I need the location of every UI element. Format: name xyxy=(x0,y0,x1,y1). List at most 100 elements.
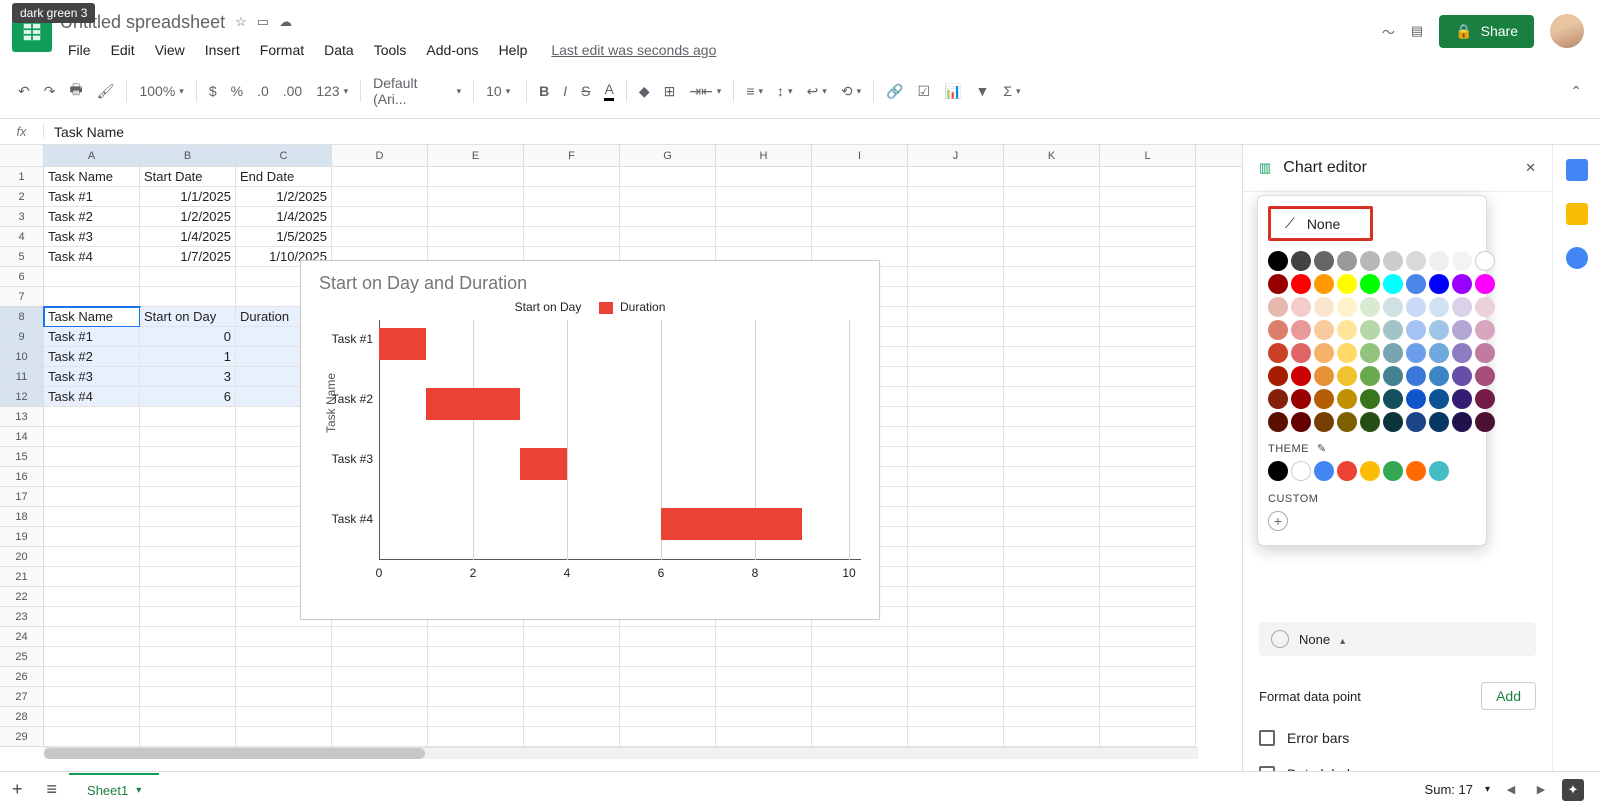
cell[interactable] xyxy=(1004,167,1100,187)
cell[interactable] xyxy=(908,167,1004,187)
cell[interactable] xyxy=(140,487,236,507)
cell[interactable] xyxy=(1004,687,1100,707)
cell[interactable] xyxy=(140,287,236,307)
cell[interactable] xyxy=(908,347,1004,367)
cell[interactable] xyxy=(1004,587,1100,607)
cell[interactable] xyxy=(908,467,1004,487)
color-swatch[interactable] xyxy=(1268,366,1288,386)
color-swatch[interactable] xyxy=(1452,366,1472,386)
cell[interactable]: 3 xyxy=(140,367,236,387)
cell[interactable] xyxy=(140,587,236,607)
cell[interactable] xyxy=(908,307,1004,327)
cell[interactable] xyxy=(1100,707,1196,727)
currency-button[interactable]: $ xyxy=(203,78,223,104)
italic-button[interactable]: I xyxy=(557,78,573,104)
cell[interactable] xyxy=(908,567,1004,587)
cell[interactable] xyxy=(332,167,428,187)
color-swatch[interactable] xyxy=(1337,274,1357,294)
color-swatch[interactable] xyxy=(1337,320,1357,340)
column-header[interactable]: G xyxy=(620,145,716,166)
color-swatch[interactable] xyxy=(1406,274,1426,294)
color-swatch[interactable] xyxy=(1268,320,1288,340)
cell[interactable] xyxy=(44,527,140,547)
cell[interactable] xyxy=(140,427,236,447)
add-custom-color-button[interactable]: + xyxy=(1268,511,1288,531)
cell[interactable] xyxy=(1004,367,1100,387)
rotate-button[interactable]: ⟲ xyxy=(835,78,867,105)
tasks-addon-icon[interactable] xyxy=(1566,247,1588,269)
color-swatch[interactable] xyxy=(1429,320,1449,340)
menu-tools[interactable]: Tools xyxy=(366,39,415,61)
cell[interactable] xyxy=(44,287,140,307)
cell[interactable] xyxy=(44,467,140,487)
select-all-corner[interactable] xyxy=(0,145,44,166)
cell[interactable] xyxy=(908,187,1004,207)
cell[interactable] xyxy=(908,727,1004,747)
row-header[interactable]: 8 xyxy=(0,307,44,327)
cell[interactable] xyxy=(1004,447,1100,467)
theme-swatch[interactable] xyxy=(1360,461,1380,481)
color-swatch[interactable] xyxy=(1291,366,1311,386)
cell[interactable] xyxy=(908,327,1004,347)
activity-icon[interactable]: 〜 xyxy=(1382,22,1395,41)
cell[interactable] xyxy=(716,667,812,687)
row-header[interactable]: 19 xyxy=(0,527,44,547)
color-swatch[interactable] xyxy=(1429,251,1449,271)
cell[interactable] xyxy=(620,187,716,207)
row-header[interactable]: 1 xyxy=(0,167,44,187)
scroll-right-button[interactable]: ▶ xyxy=(1532,783,1550,796)
cell[interactable] xyxy=(1004,467,1100,487)
cell[interactable] xyxy=(236,707,332,727)
cell[interactable]: 1/2/2025 xyxy=(140,207,236,227)
add-sheet-button[interactable]: + xyxy=(0,779,35,800)
color-swatch[interactable] xyxy=(1452,412,1472,432)
cell[interactable] xyxy=(140,607,236,627)
theme-swatch[interactable] xyxy=(1268,461,1288,481)
theme-swatch[interactable] xyxy=(1337,461,1357,481)
color-swatch[interactable] xyxy=(1452,274,1472,294)
cell[interactable] xyxy=(44,707,140,727)
cell[interactable] xyxy=(524,707,620,727)
cell[interactable] xyxy=(716,707,812,727)
cell[interactable] xyxy=(1004,647,1100,667)
cell[interactable] xyxy=(332,707,428,727)
cell[interactable] xyxy=(140,507,236,527)
color-swatch[interactable] xyxy=(1291,297,1311,317)
formula-input[interactable]: Task Name xyxy=(44,124,124,140)
cell[interactable]: 1/5/2025 xyxy=(236,227,332,247)
menu-format[interactable]: Format xyxy=(252,39,312,61)
color-swatch[interactable] xyxy=(1429,274,1449,294)
cell[interactable] xyxy=(1004,547,1100,567)
cell[interactable] xyxy=(140,667,236,687)
menu-edit[interactable]: Edit xyxy=(103,39,143,61)
cell[interactable] xyxy=(44,427,140,447)
color-swatch[interactable] xyxy=(1291,320,1311,340)
color-none-button[interactable]: ⟋ None xyxy=(1268,206,1373,241)
cell[interactable] xyxy=(812,627,908,647)
borders-button[interactable]: ⊞ xyxy=(658,78,682,105)
cell[interactable] xyxy=(140,267,236,287)
color-swatch[interactable] xyxy=(1337,343,1357,363)
theme-swatch[interactable] xyxy=(1291,461,1311,481)
checkbox-button[interactable]: ☑ xyxy=(912,78,937,105)
cell[interactable] xyxy=(812,667,908,687)
cell[interactable] xyxy=(1100,607,1196,627)
color-swatch[interactable] xyxy=(1360,389,1380,409)
menu-data[interactable]: Data xyxy=(316,39,362,61)
cell[interactable] xyxy=(524,667,620,687)
color-swatch[interactable] xyxy=(1314,320,1334,340)
cell[interactable]: 1/2/2025 xyxy=(236,187,332,207)
cell[interactable] xyxy=(620,647,716,667)
cell[interactable] xyxy=(908,207,1004,227)
cell[interactable] xyxy=(428,727,524,747)
column-header[interactable]: I xyxy=(812,145,908,166)
font-select[interactable]: Default (Ari... xyxy=(367,70,467,112)
theme-swatch[interactable] xyxy=(1383,461,1403,481)
cell[interactable] xyxy=(716,687,812,707)
color-swatch[interactable] xyxy=(1383,297,1403,317)
color-swatch[interactable] xyxy=(1452,297,1472,317)
color-swatch[interactable] xyxy=(1268,412,1288,432)
cell[interactable] xyxy=(1004,407,1100,427)
bar-segment[interactable] xyxy=(426,388,520,420)
star-icon[interactable]: ☆ xyxy=(235,14,247,30)
